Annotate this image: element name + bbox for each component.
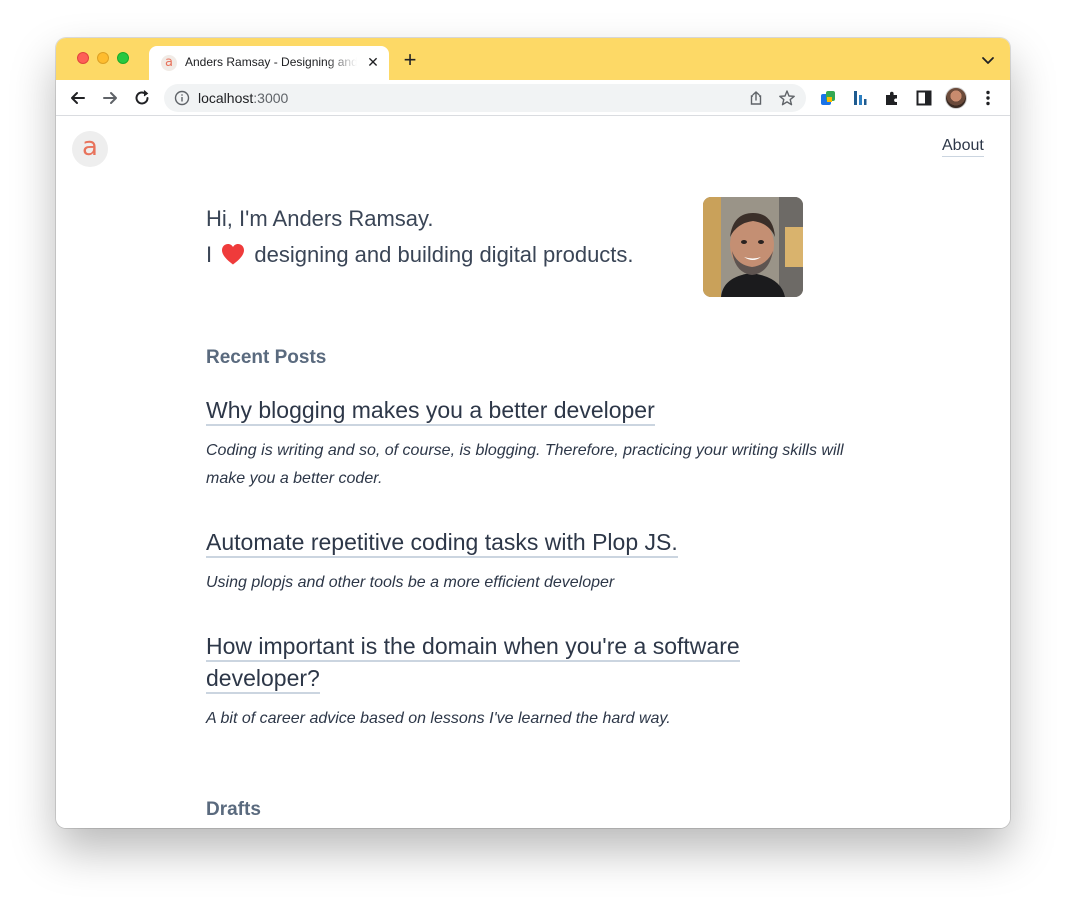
heart-icon [222, 244, 245, 265]
intro-line-2: I designing and building digital product… [206, 237, 634, 273]
zoom-window-button[interactable] [117, 52, 129, 64]
post-title-text: Automate repetitive coding tasks with Pl… [206, 529, 678, 558]
tab-strip: a Anders Ramsay - Designing and Building… [56, 38, 1010, 80]
web-page: a About Hi, I'm Anders Ramsay. I designi… [56, 117, 1010, 828]
menu-kebab-icon[interactable] [978, 88, 998, 108]
post-title-text-line-1: How important is the domain when you're … [206, 633, 740, 662]
minimize-window-button[interactable] [97, 52, 109, 64]
active-tab[interactable]: a Anders Ramsay - Designing and Building… [149, 46, 389, 80]
tab-close-icon[interactable]: ✕ [365, 54, 381, 70]
nav-about-link[interactable]: About [942, 137, 984, 157]
address-host: localhost [198, 90, 254, 106]
tab-title: Anders Ramsay - Designing and Building [185, 55, 357, 69]
close-window-button[interactable] [77, 52, 89, 64]
intro-line-2-suffix: designing and building digital products. [254, 242, 634, 267]
extension-translate-icon[interactable] [818, 88, 838, 108]
intro-line-1: Hi, I'm Anders Ramsay. [206, 206, 434, 231]
address-url: localhost:3000 [198, 90, 288, 106]
new-tab-icon[interactable]: + [400, 49, 420, 71]
post-title-link[interactable]: Why blogging makes you a better develope… [206, 394, 655, 426]
intro-line-2-prefix: I [206, 242, 213, 267]
address-port: :3000 [253, 90, 289, 106]
forward-arrow-icon[interactable] [100, 88, 120, 108]
profile-avatar[interactable] [945, 87, 967, 109]
extensions-puzzle-icon[interactable] [882, 88, 902, 108]
tab-search-chevron-icon[interactable] [980, 52, 996, 68]
intro-heading: Hi, I'm Anders Ramsay. I designing and b… [206, 201, 634, 273]
drafts-heading: Drafts [206, 799, 261, 820]
address-bar[interactable]: localhost:3000 [164, 84, 806, 112]
post-description: A bit of career advice based on lessons … [206, 710, 671, 727]
post-description: Using plopjs and other tools be a more e… [206, 574, 615, 591]
post-title-link[interactable]: Automate repetitive coding tasks with Pl… [206, 526, 678, 558]
extension-bars-icon[interactable] [850, 88, 870, 108]
side-panel-icon[interactable] [914, 88, 934, 108]
profile-photo-image [703, 197, 803, 297]
post-title-link[interactable]: How important is the domain when you're … [206, 630, 740, 694]
post-title-text-line-2: developer? [206, 665, 320, 694]
back-arrow-icon[interactable] [68, 88, 88, 108]
tab-favicon-icon: a [161, 55, 177, 71]
reload-icon[interactable] [132, 88, 152, 108]
post-title-text: Why blogging makes you a better develope… [206, 397, 655, 426]
profile-photo [703, 197, 803, 297]
post-description: Coding is writing and so, of course, is … [206, 442, 844, 487]
recent-posts-heading: Recent Posts [206, 347, 327, 368]
share-icon[interactable] [748, 90, 764, 106]
browser-toolbar: localhost:3000 [56, 80, 1010, 116]
site-logo[interactable]: a [72, 131, 108, 167]
browser-window: a Anders Ramsay - Designing and Building… [56, 38, 1010, 828]
site-info-icon[interactable] [174, 90, 190, 106]
bookmark-star-icon[interactable] [778, 89, 796, 107]
